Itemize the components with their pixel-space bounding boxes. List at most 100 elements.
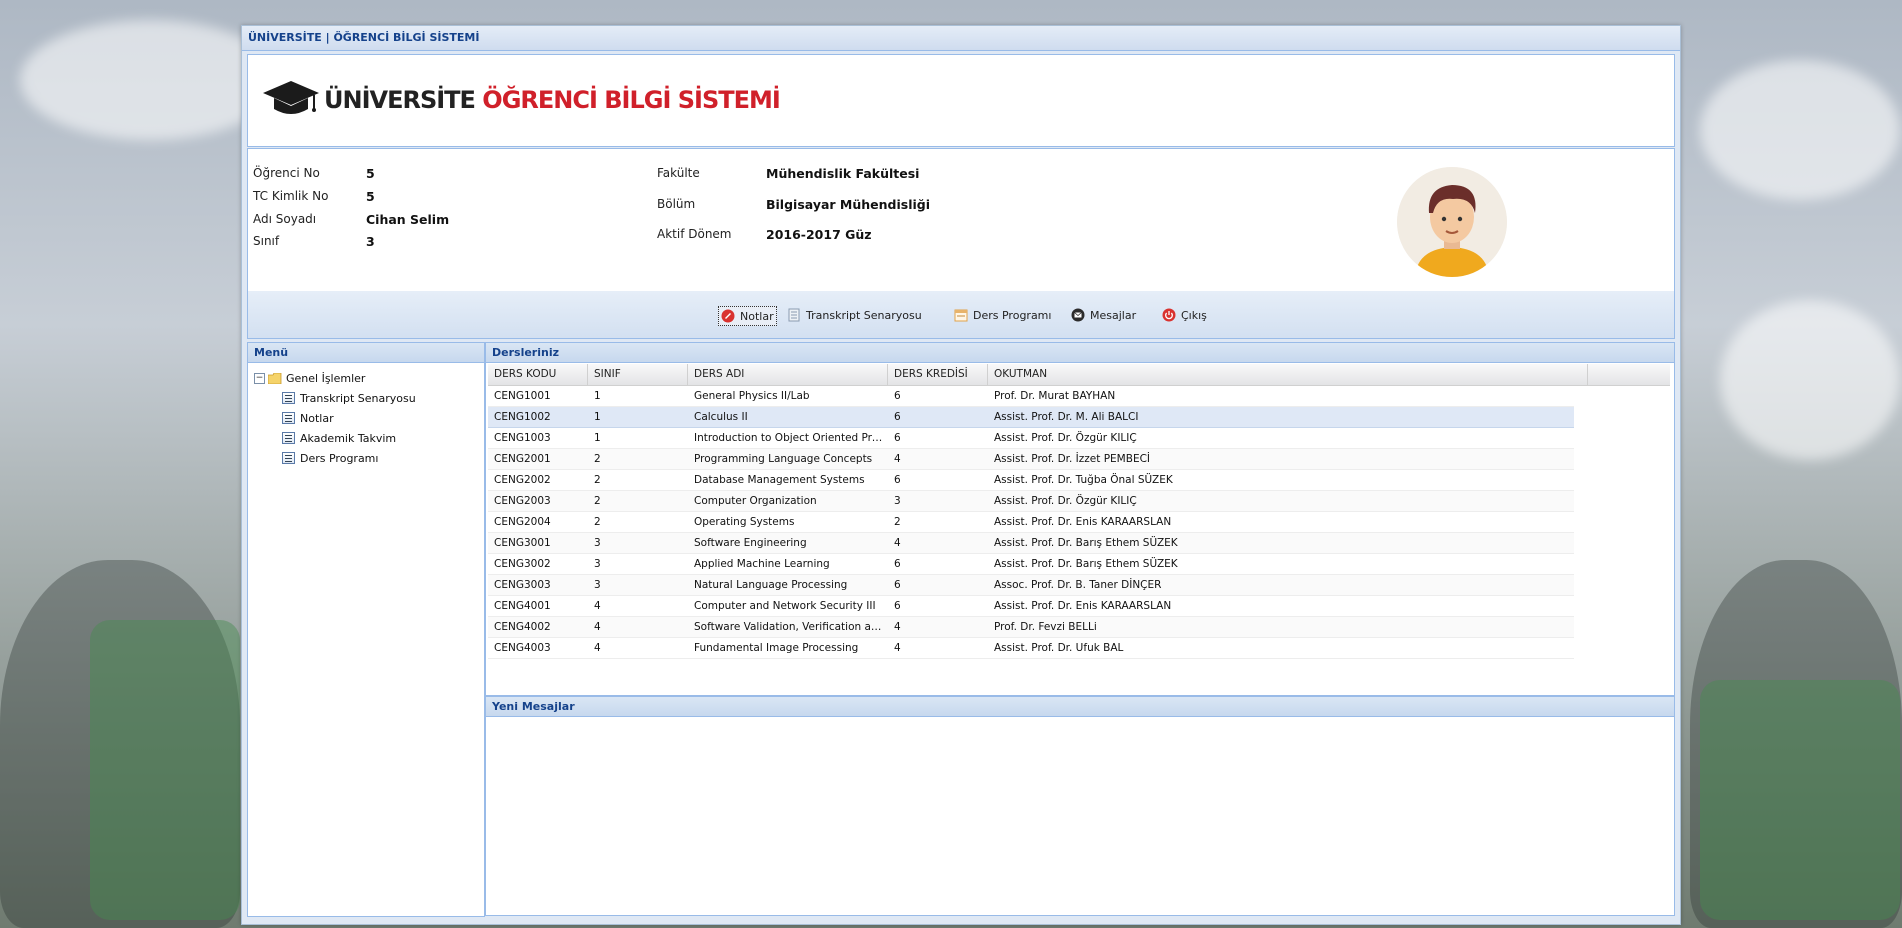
notlar-button[interactable]: Notlar [718, 306, 777, 326]
cell-ders-kodu: CENG4003 [494, 642, 551, 654]
transkript-label: Transkript Senaryosu [806, 308, 922, 322]
cell-sinif: 2 [594, 516, 601, 528]
cell-ders-adi: Database Management Systems [694, 474, 865, 486]
col-header-sinif[interactable]: SINIF [588, 364, 688, 385]
document-icon [787, 308, 801, 322]
table-row[interactable]: CENG3001 3 Software Engineering 4 Assist. Pr… [488, 533, 1574, 554]
menu-item-notlar[interactable]: Notlar [282, 410, 334, 426]
table-row[interactable]: CENG1002 1 Calculus II 6 Assist. Prof. Dr. M… [488, 407, 1574, 428]
cell-ders-kodu: CENG4001 [494, 600, 551, 612]
table-row[interactable]: CENG3002 3 Applied Machine Learning 6 Assist… [488, 554, 1574, 575]
name-value: Cihan Selim [366, 212, 450, 227]
cell-ders-kredisi: 6 [894, 579, 901, 591]
cell-sinif: 1 [594, 390, 601, 402]
tree-root-genel-islemler[interactable]: − Genel İşlemler [254, 370, 365, 386]
toolbar: Notlar Transkript Senaryosu Ders Program… [247, 291, 1675, 339]
cikis-label: Çıkış [1181, 308, 1207, 322]
cell-ders-kodu: CENG1001 [494, 390, 551, 402]
table-row[interactable]: CENG4002 4 Software Validation, Verificati… [488, 617, 1574, 638]
col-header-ders-kodu[interactable]: DERS KODU [488, 364, 588, 385]
messages-panel: Yeni Mesajlar [485, 696, 1675, 916]
cell-ders-kodu: CENG2003 [494, 495, 551, 507]
cell-ders-kredisi: 6 [894, 558, 901, 570]
table-row[interactable]: CENG2001 2 Programming Language Concepts 4 A… [488, 449, 1574, 470]
graduation-cap-icon [263, 81, 319, 114]
cell-ders-kredisi: 6 [894, 390, 901, 402]
cell-okutman: Assist. Prof. Dr. Enis KARAARSLAN [994, 516, 1172, 528]
cell-ders-kredisi: 6 [894, 432, 901, 444]
cell-ders-adi: Natural Language Processing [694, 579, 848, 591]
table-row[interactable]: CENG1003 1 Introduction to Object Oriented… [488, 428, 1574, 449]
cell-okutman: Prof. Dr. Murat BAYHAN [994, 390, 1116, 402]
folder-open-icon [267, 372, 282, 384]
faculty-value: Mühendislik Fakültesi [766, 166, 920, 181]
ders-programi-button[interactable]: Ders Programı [952, 306, 1053, 324]
mesajlar-button[interactable]: Mesajlar [1069, 306, 1138, 324]
table-row[interactable]: CENG4001 4 Computer and Network Security I… [488, 596, 1574, 617]
cell-okutman: Assist. Prof. Dr. İzzet PEMBECİ [994, 453, 1151, 465]
menu-item-ders-programi[interactable]: Ders Programı [282, 450, 378, 466]
menu-panel: Menü − Genel İşlemler Transkript Senaryo… [247, 342, 485, 917]
class-label: Sınıf [253, 234, 280, 248]
cell-ders-kodu: CENG3003 [494, 579, 551, 591]
envelope-icon [1071, 308, 1085, 322]
cell-ders-kredisi: 4 [894, 621, 901, 633]
menu-item-akademik-takvim[interactable]: Akademik Takvim [282, 430, 396, 446]
cell-sinif: 2 [594, 495, 601, 507]
table-row[interactable]: CENG1001 1 General Physics II/Lab 6 Prof. Dr… [488, 386, 1574, 407]
name-label: Adı Soyadı [253, 212, 317, 226]
cell-ders-kodu: CENG3001 [494, 537, 551, 549]
table-row[interactable]: CENG2002 2 Database Management Systems 6 Ass… [488, 470, 1574, 491]
calendar-icon [954, 308, 968, 322]
menu-item-transkript[interactable]: Transkript Senaryosu [282, 390, 416, 406]
cell-sinif: 2 [594, 474, 601, 486]
transkript-button[interactable]: Transkript Senaryosu [785, 306, 924, 324]
col-header-ders-adi[interactable]: DERS ADI [688, 364, 888, 385]
table-row[interactable]: CENG3003 3 Natural Language Processing 6 Ass… [488, 575, 1574, 596]
cell-ders-kredisi: 6 [894, 474, 901, 486]
cell-ders-adi: Applied Machine Learning [694, 558, 830, 570]
table-row[interactable]: CENG4003 4 Fundamental Image Processing 4 As… [488, 638, 1574, 659]
cell-okutman: Prof. Dr. Fevzi BELLi [994, 621, 1097, 633]
cell-ders-adi: Introduction to Object Oriented Prog... [694, 432, 888, 444]
cell-ders-kodu: CENG2002 [494, 474, 551, 486]
list-icon [282, 452, 295, 464]
class-value: 3 [366, 234, 375, 249]
logo-text-dark: ÜNİVERSİTE [324, 86, 476, 114]
cell-ders-kredisi: 4 [894, 537, 901, 549]
courses-header: Dersleriniz [486, 343, 1674, 363]
cell-okutman: Assist. Prof. Dr. Barış Ethem SÜZEK [994, 537, 1178, 549]
cell-ders-adi: Computer Organization [694, 495, 817, 507]
student-no-value: 5 [366, 166, 375, 181]
cell-sinif: 3 [594, 537, 601, 549]
student-avatar-icon [1397, 167, 1507, 277]
cell-ders-kodu: CENG4002 [494, 621, 551, 633]
cikis-button[interactable]: Çıkış [1160, 306, 1209, 324]
grade-icon [721, 309, 735, 323]
menu-item-label: Ders Programı [300, 451, 379, 465]
dept-label: Bölüm [657, 197, 696, 211]
collapse-icon[interactable]: − [254, 372, 265, 384]
term-label: Aktif Dönem [657, 227, 732, 241]
cell-okutman: Assist. Prof. Dr. Enis KARAARSLAN [994, 600, 1172, 612]
cell-okutman: Assist. Prof. Dr. Özgür KILIÇ [994, 432, 1137, 444]
term-value: 2016-2017 Güz [766, 227, 872, 242]
col-header-ders-kredisi[interactable]: DERS KREDİSİ [888, 364, 988, 385]
cell-sinif: 1 [594, 411, 601, 423]
cell-okutman: Assist. Prof. Dr. Ufuk BAL [994, 642, 1124, 654]
cell-okutman: Assist. Prof. Dr. M. Ali BALCI [994, 411, 1139, 423]
dept-value: Bilgisayar Mühendisliği [766, 197, 931, 212]
table-row[interactable]: CENG2003 2 Computer Organization 3 Assist. P… [488, 491, 1574, 512]
menu-header: Menü [248, 343, 484, 363]
courses-grid-header: DERS KODU SINIF DERS ADI DERS KREDİSİ OK… [488, 364, 1670, 386]
messages-header: Yeni Mesajlar [486, 697, 1674, 717]
cell-ders-kredisi: 4 [894, 642, 901, 654]
col-header-okutman[interactable]: OKUTMAN [988, 364, 1588, 385]
cell-okutman: Assist. Prof. Dr. Tuğba Önal SÜZEK [994, 474, 1173, 486]
main-window: ÜNİVERSİTE | ÖĞRENCİ BİLGİ SİSTEMİ ÜNİVE… [241, 25, 1681, 925]
courses-panel: Dersleriniz DERS KODU SINIF DERS ADI DER… [485, 342, 1675, 696]
table-row[interactable]: CENG2004 2 Operating Systems 2 Assist. Prof.… [488, 512, 1574, 533]
list-icon [282, 412, 295, 424]
cell-ders-kredisi: 6 [894, 600, 901, 612]
logo-text-red: ÖĞRENCİ BİLGİ SİSTEMİ [482, 86, 781, 114]
